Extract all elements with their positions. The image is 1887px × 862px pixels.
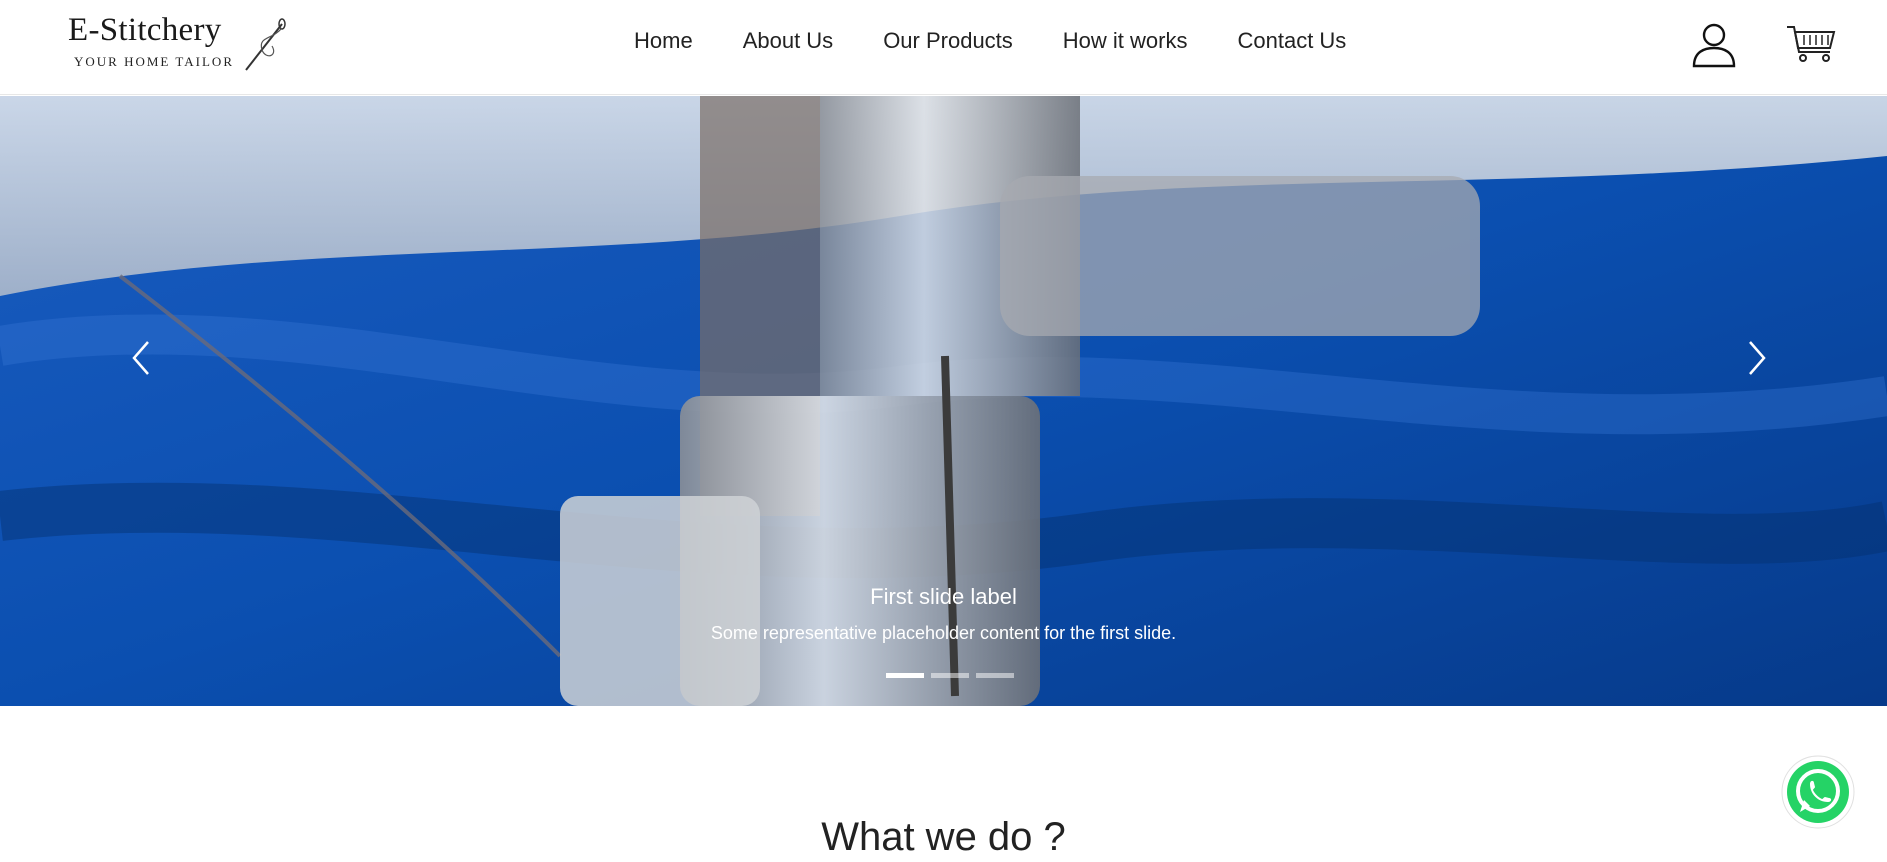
nav-home[interactable]: Home [634, 28, 693, 54]
nav-contact-us[interactable]: Contact Us [1237, 28, 1346, 54]
sewing-machine-slide-image [0, 96, 1887, 706]
user-icon[interactable] [1692, 22, 1736, 68]
nav-our-products[interactable]: Our Products [883, 28, 1013, 54]
cart-icon[interactable] [1786, 24, 1836, 64]
nav-about-us[interactable]: About Us [743, 28, 834, 54]
carousel-next-button[interactable] [1736, 328, 1776, 388]
whatsapp-icon[interactable] [1780, 754, 1856, 830]
slide-caption-text: Some representative placeholder content … [710, 623, 1177, 643]
chevron-right-icon [1749, 341, 1766, 375]
section-title: What we do ? [821, 815, 1066, 859]
main-nav: Home About Us Our Products How it works … [634, 28, 1396, 54]
brand-title: E-Stitchery [68, 12, 222, 48]
navbar: E-Stitchery YOUR HOME TAILOR Home About … [0, 0, 1887, 95]
chevron-left-icon [132, 341, 149, 375]
carousel-prev-button[interactable] [122, 328, 162, 388]
hero-carousel: First slide label Some representative pl… [0, 96, 1887, 706]
slide-caption-title: First slide label [870, 584, 1017, 609]
brand-logo[interactable]: E-Stitchery YOUR HOME TAILOR [66, 12, 296, 74]
carousel-indicator-1[interactable] [886, 673, 924, 678]
carousel-indicator-3[interactable] [976, 673, 1014, 678]
carousel-indicator-2[interactable] [931, 673, 969, 678]
brand-tagline: YOUR HOME TAILOR [74, 54, 234, 69]
nav-how-it-works[interactable]: How it works [1063, 28, 1188, 54]
needle-thread-icon [245, 18, 286, 71]
carousel-indicators [886, 673, 1021, 678]
